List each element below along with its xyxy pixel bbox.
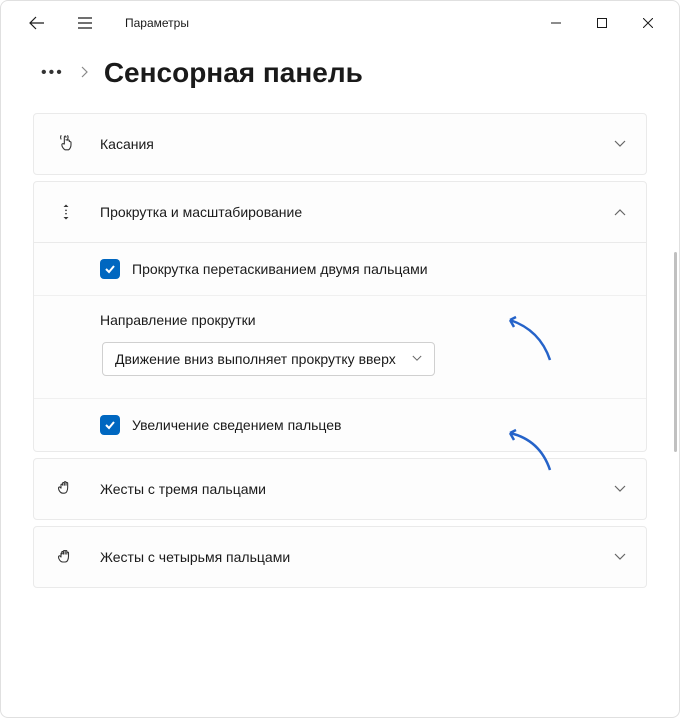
chevron-down-icon [614, 482, 626, 496]
section-scroll-zoom: Прокрутка и масштабирование Прокрутка пе… [33, 181, 647, 452]
page-title: Сенсорная панель [104, 57, 363, 89]
chevron-down-icon [614, 550, 626, 564]
scroll-icon [54, 200, 78, 224]
titlebar: Параметры [1, 1, 679, 45]
section-taps-title: Касания [100, 136, 614, 152]
close-button[interactable] [625, 7, 671, 39]
section-four-fingers-title: Жесты с четырьмя пальцами [100, 549, 614, 565]
chevron-right-icon [80, 66, 88, 81]
scroll-direction-dropdown[interactable]: Движение вниз выполняет прокрутку вверх [102, 342, 435, 376]
hamburger-icon [77, 15, 93, 31]
chevron-up-icon [614, 205, 626, 219]
option-scroll-direction: Направление прокрутки Движение вниз выпо… [34, 296, 646, 399]
check-icon [104, 263, 116, 275]
minimize-icon [551, 18, 561, 28]
section-three-fingers-header[interactable]: Жесты с тремя пальцами [34, 459, 646, 519]
maximize-icon [597, 18, 607, 28]
checkbox-pinch-zoom[interactable] [100, 415, 120, 435]
menu-button[interactable] [69, 7, 101, 39]
chevron-down-icon [614, 137, 626, 151]
scrollbar[interactable] [674, 252, 677, 452]
app-title: Параметры [125, 16, 189, 30]
section-three-fingers-title: Жесты с тремя пальцами [100, 481, 614, 497]
section-four-fingers-header[interactable]: Жесты с четырьмя пальцами [34, 527, 646, 587]
three-fingers-icon [54, 477, 78, 501]
option-drag-two-fingers: Прокрутка перетаскиванием двумя пальцами [34, 243, 646, 296]
section-scroll-zoom-header[interactable]: Прокрутка и масштабирование [34, 182, 646, 242]
breadcrumb: ••• Сенсорная панель [1, 45, 679, 113]
section-taps: Касания [33, 113, 647, 175]
option-pinch-zoom-label: Увеличение сведением пальцев [132, 417, 342, 433]
scroll-direction-label: Направление прокрутки [100, 312, 626, 328]
four-fingers-icon [54, 545, 78, 569]
checkbox-drag-two-fingers[interactable] [100, 259, 120, 279]
option-pinch-zoom: Увеличение сведением пальцев [34, 399, 646, 451]
tap-icon [54, 132, 78, 156]
back-button[interactable] [21, 7, 53, 39]
section-four-fingers: Жесты с четырьмя пальцами [33, 526, 647, 588]
minimize-button[interactable] [533, 7, 579, 39]
maximize-button[interactable] [579, 7, 625, 39]
option-drag-two-fingers-label: Прокрутка перетаскиванием двумя пальцами [132, 261, 428, 277]
section-scroll-zoom-title: Прокрутка и масштабирование [100, 204, 614, 220]
dropdown-value: Движение вниз выполняет прокрутку вверх [115, 351, 396, 367]
close-icon [643, 18, 653, 28]
breadcrumb-more[interactable]: ••• [41, 64, 64, 82]
arrow-left-icon [29, 15, 45, 31]
check-icon [104, 419, 116, 431]
section-three-fingers: Жесты с тремя пальцами [33, 458, 647, 520]
chevron-down-icon [412, 353, 422, 365]
section-taps-header[interactable]: Касания [34, 114, 646, 174]
